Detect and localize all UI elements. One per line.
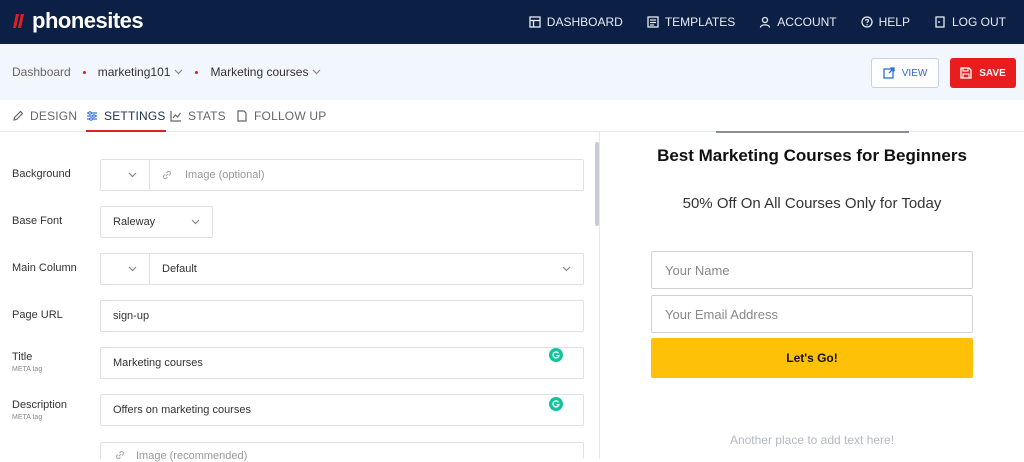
nav-templates-label: TEMPLATES	[664, 15, 736, 29]
nav-templates[interactable]: TEMPLATES	[647, 15, 735, 29]
background-image-placeholder: Image (optional)	[185, 169, 265, 181]
account-icon	[760, 16, 771, 28]
page-header-bar: Dashboard marketing101 Marketing courses…	[0, 44, 1024, 100]
description-sublabel: META tag	[12, 414, 43, 421]
breadcrumb-dashboard[interactable]: Dashboard	[12, 65, 71, 79]
preview-footer-text: Another place to add text here!	[729, 433, 895, 447]
link-icon	[115, 450, 125, 460]
main-column-label: Main Column	[12, 262, 77, 274]
description-label: Description	[12, 399, 68, 411]
breadcrumb-site[interactable]: marketing101	[98, 65, 184, 79]
top-navigation-bar: phonesites DASHBOARD TEMPLATES ACCOUNT H…	[0, 0, 1024, 44]
base-font-label: Base Font	[12, 215, 63, 227]
main-column-select[interactable]: Default	[149, 254, 583, 284]
nav-account[interactable]: ACCOUNT	[759, 15, 837, 29]
grammarly-g-glyph	[552, 351, 560, 359]
chevron-down-icon	[128, 172, 137, 178]
view-button-label: VIEW	[901, 67, 928, 79]
external-link-icon	[883, 67, 895, 79]
nav-dashboard-label: DASHBOARD	[546, 15, 623, 29]
main-column-value: Default	[162, 263, 197, 275]
nav-help[interactable]: HELP	[860, 15, 910, 29]
floppy-disk-icon	[960, 67, 972, 79]
background-color-select[interactable]	[101, 160, 149, 190]
settings-scrollbar[interactable]	[595, 142, 599, 226]
tab-settings[interactable]: SETTINGS	[86, 100, 166, 132]
top-nav: DASHBOARD TEMPLATES ACCOUNT HELP LOG OUT	[505, 0, 1006, 44]
nav-logout[interactable]: LOG OUT	[934, 15, 1006, 29]
tab-follow-up-label: FOLLOW UP	[254, 109, 327, 123]
document-icon	[237, 110, 247, 122]
sliders-icon	[87, 111, 97, 121]
logo-mark-icon	[13, 14, 24, 28]
chevron-down-icon	[313, 69, 321, 75]
base-font-select[interactable]: Raleway	[100, 206, 213, 238]
dashboard-icon	[529, 16, 541, 28]
tab-design-label: DESIGN	[30, 109, 78, 123]
breadcrumb: Dashboard marketing101 Marketing courses	[12, 65, 321, 79]
nav-account-label: ACCOUNT	[777, 15, 837, 29]
help-icon	[860, 16, 873, 28]
chevron-down-icon	[128, 266, 137, 272]
nav-help-label: HELP	[878, 15, 910, 29]
tab-settings-label: SETTINGS	[104, 109, 166, 123]
nav-dashboard[interactable]: DASHBOARD	[529, 15, 623, 29]
title-value: Marketing courses	[113, 357, 203, 369]
breadcrumb-page[interactable]: Marketing courses	[210, 65, 321, 79]
tab-follow-up[interactable]: FOLLOW UP	[236, 100, 326, 132]
breadcrumb-separator	[82, 70, 86, 74]
page-url-input[interactable]: sign-up	[100, 300, 584, 332]
pencil-icon	[13, 110, 24, 121]
main-column-field: Default	[100, 253, 584, 285]
breadcrumb-site-label: marketing101	[97, 65, 171, 79]
grammarly-icon[interactable]	[549, 397, 563, 411]
logout-icon	[935, 16, 945, 28]
preview-top-image-edge	[716, 131, 909, 133]
templates-icon	[647, 16, 659, 28]
chevron-down-icon	[175, 69, 183, 75]
background-label: Background	[12, 168, 71, 180]
background-image-input[interactable]: Image (optional)	[161, 160, 581, 190]
grammarly-icon[interactable]	[549, 348, 563, 362]
preview-headline: Best Marketing Courses for Beginners	[657, 146, 967, 165]
save-button-label: SAVE	[979, 67, 1006, 79]
background-field: Image (optional)	[100, 159, 584, 191]
preview-name-input[interactable]: Your Name	[651, 251, 973, 289]
tab-stats[interactable]: STATS	[170, 100, 226, 132]
grammarly-g-glyph	[552, 400, 560, 408]
description-value: Offers on marketing courses	[113, 404, 251, 416]
editor-tabs: DESIGN SETTINGS STATS FOLLOW UP	[0, 100, 1024, 132]
page-url-value: sign-up	[113, 310, 150, 322]
link-icon	[162, 170, 172, 180]
field-divider	[149, 160, 150, 190]
breadcrumb-page-label: Marketing courses	[210, 65, 309, 79]
tab-design[interactable]: DESIGN	[12, 100, 77, 132]
preview-cta-button[interactable]: Let's Go!	[651, 338, 973, 378]
description-input[interactable]: Offers on marketing courses	[100, 394, 584, 426]
page-url-label: Page URL	[12, 309, 63, 321]
base-font-value: Raleway	[113, 216, 156, 228]
logo-text: phonesites	[32, 8, 144, 33]
nav-logout-label: LOG OUT	[951, 15, 1006, 29]
tab-stats-label: STATS	[188, 109, 226, 123]
phonesites-logo[interactable]: phonesites	[12, 8, 144, 34]
share-image-placeholder: Image (recommended)	[136, 450, 248, 462]
title-sublabel: META tag	[12, 366, 43, 373]
chart-icon	[170, 111, 181, 122]
save-button[interactable]: SAVE	[950, 58, 1016, 88]
chevron-down-icon	[562, 266, 571, 272]
breadcrumb-separator	[195, 70, 199, 74]
preview-subheadline: 50% Off On All Courses Only for Today	[682, 195, 942, 212]
share-image-input[interactable]: Image (recommended)	[100, 442, 584, 462]
chevron-down-icon	[191, 219, 200, 225]
main-column-color-select[interactable]	[101, 254, 149, 284]
title-input[interactable]: Marketing courses	[100, 347, 584, 379]
title-label: Title	[12, 351, 33, 363]
view-button[interactable]: VIEW	[871, 58, 939, 88]
preview-email-input[interactable]: Your Email Address	[651, 295, 973, 333]
